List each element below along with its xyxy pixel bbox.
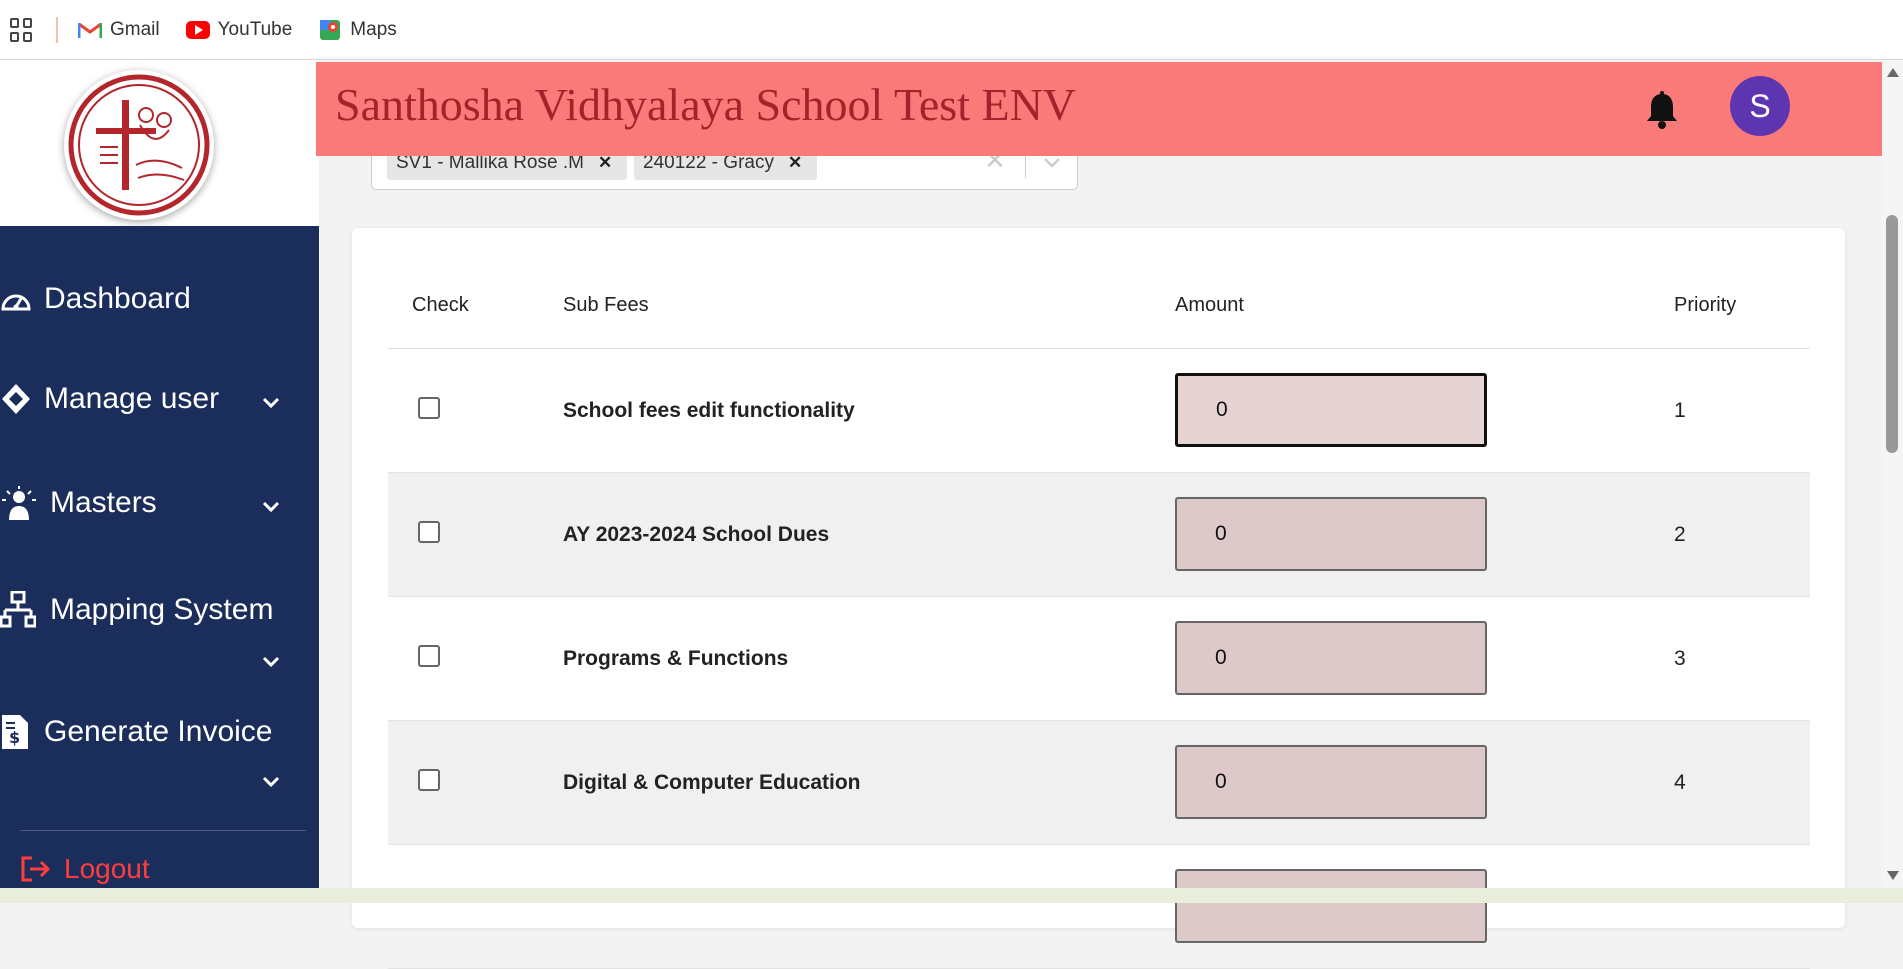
sidebar-item-label: Dashboard <box>44 282 191 315</box>
sidebar-divider <box>20 830 306 831</box>
app-header: Santhosha Vidhyalaya School Test ENV S <box>316 62 1882 156</box>
sidebar-item-label: Manage user <box>44 382 220 415</box>
bookmark-youtube[interactable]: YouTube <box>185 18 293 41</box>
table-row: School fees edit functionality 1 <box>388 349 1810 473</box>
manage-user-icon <box>0 382 34 416</box>
amount-input[interactable] <box>1175 745 1487 819</box>
table-row: Digital & Computer Education 4 <box>388 721 1810 845</box>
amount-input[interactable] <box>1175 373 1487 447</box>
column-header-amount: Amount <box>1175 294 1244 316</box>
sub-fee-name: School fees edit functionality <box>563 399 855 422</box>
page-scrollbar[interactable] <box>1882 60 1903 888</box>
column-header-priority: Priority <box>1674 294 1737 316</box>
sidebar-item-label: Mapping System <box>50 593 274 626</box>
chevron-down-icon[interactable] <box>256 647 286 677</box>
remove-tag-icon[interactable]: ✕ <box>788 153 802 173</box>
sidebar-item-generate-invoice[interactable]: $ Generate Invoice <box>0 715 272 749</box>
sidebar-item-mapping-system[interactable]: Mapping System <box>0 591 274 628</box>
page-title: Santhosha Vidhyalaya School Test ENV <box>335 79 1077 130</box>
apps-grid-icon[interactable] <box>10 17 34 42</box>
sidebar-item-dashboard[interactable]: Dashboard <box>0 282 191 316</box>
chevron-down-icon[interactable] <box>256 388 286 418</box>
table-row <box>388 845 1810 969</box>
sidebar-item-label: Generate Invoice <box>44 715 273 748</box>
logout-icon <box>20 855 52 883</box>
dashboard-icon <box>0 282 34 316</box>
table-row: AY 2023-2024 School Dues 2 <box>388 473 1810 597</box>
bookmark-gmail[interactable]: Gmail <box>78 19 160 41</box>
masters-icon <box>0 486 40 520</box>
row-checkbox[interactable] <box>418 645 440 667</box>
column-header-sub-fees: Sub Fees <box>563 294 649 316</box>
logout-label: Logout <box>64 853 150 884</box>
sub-fees-card: Check Sub Fees Amount Priority School fe… <box>352 228 1845 969</box>
sidebar-item-manage-user[interactable]: Manage user <box>0 382 219 416</box>
sitemap-icon <box>0 591 40 628</box>
logout-link[interactable]: Logout <box>20 853 150 885</box>
logo-area <box>0 60 319 226</box>
priority-value: 4 <box>1674 771 1686 794</box>
sidebar-item-label: Masters <box>50 486 157 519</box>
bottom-strip <box>0 888 1903 903</box>
sidebar-item-masters[interactable]: Masters <box>0 486 157 520</box>
bookmarks-separator <box>56 16 58 43</box>
remove-tag-icon[interactable]: ✕ <box>598 153 612 173</box>
school-logo[interactable] <box>64 70 214 220</box>
table-row: Programs & Functions 3 <box>388 597 1810 721</box>
sub-fee-name: Programs & Functions <box>563 647 789 670</box>
bookmark-maps[interactable]: Maps <box>318 18 397 41</box>
gmail-icon <box>78 20 102 40</box>
amount-input[interactable] <box>1175 497 1487 571</box>
sidebar: Dashboard Manage user Masters Mapping Sy… <box>0 60 319 903</box>
chevron-down-icon[interactable] <box>256 767 286 797</box>
sub-fee-name: Digital & Computer Education <box>563 771 861 794</box>
scroll-up-arrow-icon[interactable] <box>1887 68 1899 77</box>
avatar[interactable]: S <box>1730 76 1790 136</box>
maps-icon <box>318 19 342 40</box>
sub-fee-name: AY 2023-2024 School Dues <box>563 523 830 546</box>
bookmark-label: Gmail <box>110 18 160 40</box>
bell-icon[interactable] <box>1644 90 1680 130</box>
priority-value: 3 <box>1674 647 1686 670</box>
priority-value: 2 <box>1674 523 1686 546</box>
scroll-down-arrow-icon[interactable] <box>1887 871 1899 880</box>
amount-input[interactable] <box>1175 621 1487 695</box>
youtube-icon <box>185 20 210 40</box>
scrollbar-thumb[interactable] <box>1886 215 1898 453</box>
chevron-down-icon[interactable] <box>256 492 286 522</box>
svg-text:$: $ <box>9 728 20 747</box>
invoice-icon: $ <box>0 715 34 749</box>
row-checkbox[interactable] <box>418 769 440 791</box>
bookmark-label: Maps <box>350 18 397 40</box>
row-checkbox[interactable] <box>418 397 440 419</box>
row-checkbox[interactable] <box>418 521 440 543</box>
column-header-check: Check <box>412 294 469 316</box>
bookmark-label: YouTube <box>217 18 293 40</box>
priority-value: 1 <box>1674 399 1686 422</box>
bookmarks-bar: Gmail YouTube Maps <box>0 0 1903 60</box>
amount-input[interactable] <box>1175 869 1487 943</box>
